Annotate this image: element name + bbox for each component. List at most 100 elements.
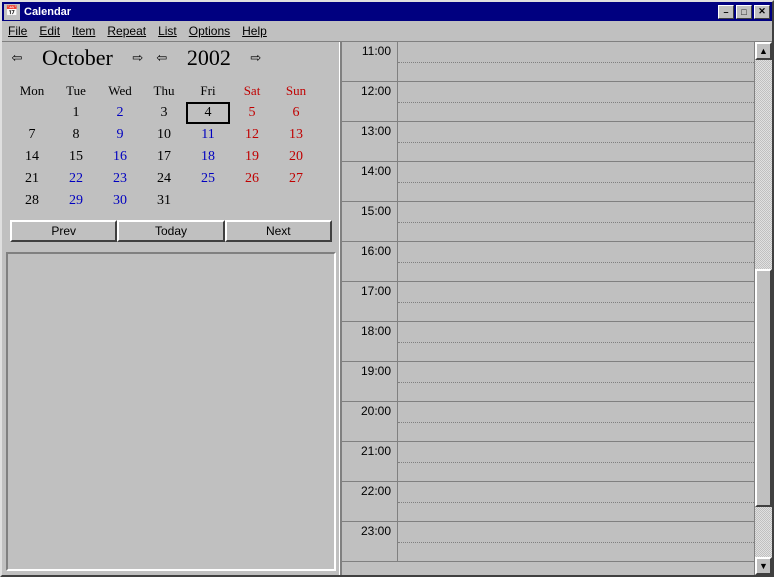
prev-month-button[interactable]: ⇦: [8, 49, 26, 67]
slot-body[interactable]: [398, 442, 754, 481]
day-31[interactable]: 31: [142, 190, 186, 212]
day-empty: [230, 190, 274, 212]
slot-body[interactable]: [398, 402, 754, 441]
slot-body[interactable]: [398, 322, 754, 361]
prev-button[interactable]: Prev: [10, 220, 117, 242]
next-button[interactable]: Next: [225, 220, 332, 242]
slot-body[interactable]: [398, 282, 754, 321]
day-8[interactable]: 8: [54, 124, 98, 146]
menu-item[interactable]: Item: [72, 24, 95, 38]
dow-mon: Mon: [10, 80, 54, 102]
day-28[interactable]: 28: [10, 190, 54, 212]
day-5[interactable]: 5: [230, 102, 274, 124]
day-2[interactable]: 2: [98, 102, 142, 124]
day-25[interactable]: 25: [186, 168, 230, 190]
calendar-week: 123456: [10, 102, 332, 124]
scroll-thumb[interactable]: [755, 269, 772, 508]
time-slot-1500[interactable]: 15:00: [342, 202, 754, 242]
slot-body[interactable]: [398, 122, 754, 161]
day-22[interactable]: 22: [54, 168, 98, 190]
slot-body[interactable]: [398, 82, 754, 121]
dow-sun: Sun: [274, 80, 318, 102]
time-slot-1200[interactable]: 12:00: [342, 82, 754, 122]
time-label: 18:00: [342, 322, 398, 361]
day-1[interactable]: 1: [54, 102, 98, 124]
day-4[interactable]: 4: [186, 102, 230, 124]
menu-file[interactable]: File: [8, 24, 27, 38]
slot-body[interactable]: [398, 42, 754, 81]
time-slot-1800[interactable]: 18:00: [342, 322, 754, 362]
day-20[interactable]: 20: [274, 146, 318, 168]
day-23[interactable]: 23: [98, 168, 142, 190]
time-slot-1300[interactable]: 13:00: [342, 122, 754, 162]
time-slot-2000[interactable]: 20:00: [342, 402, 754, 442]
schedule-view[interactable]: 11:0012:0013:0014:0015:0016:0017:0018:00…: [342, 42, 754, 575]
titlebar[interactable]: 📅 Calendar – □ ✕: [2, 2, 772, 21]
menu-repeat[interactable]: Repeat: [107, 24, 146, 38]
day-empty: [274, 190, 318, 212]
day-27[interactable]: 27: [274, 168, 318, 190]
time-slot-1700[interactable]: 17:00: [342, 282, 754, 322]
slot-body[interactable]: [398, 242, 754, 281]
maximize-button[interactable]: □: [736, 5, 752, 19]
window-title: Calendar: [24, 6, 718, 18]
day-6[interactable]: 6: [274, 102, 318, 124]
calendar-grid: MonTueWedThuFriSatSun 123456789101112131…: [2, 74, 340, 214]
scroll-track[interactable]: [755, 60, 772, 557]
close-button[interactable]: ✕: [754, 5, 770, 19]
day-11[interactable]: 11: [186, 124, 230, 146]
day-12[interactable]: 12: [230, 124, 274, 146]
menu-help[interactable]: Help: [242, 24, 766, 38]
day-10[interactable]: 10: [142, 124, 186, 146]
today-button[interactable]: Today: [117, 220, 224, 242]
day-21[interactable]: 21: [10, 168, 54, 190]
day-14[interactable]: 14: [10, 146, 54, 168]
time-slot-1400[interactable]: 14:00: [342, 162, 754, 202]
slot-body[interactable]: [398, 202, 754, 241]
next-month-button[interactable]: ⇨: [129, 49, 147, 67]
time-slot-2300[interactable]: 23:00: [342, 522, 754, 562]
day-26[interactable]: 26: [230, 168, 274, 190]
vertical-scrollbar[interactable]: ▲ ▼: [754, 42, 772, 575]
time-label: 13:00: [342, 122, 398, 161]
slot-body[interactable]: [398, 482, 754, 521]
menu-edit[interactable]: Edit: [39, 24, 60, 38]
notes-area[interactable]: [6, 252, 336, 571]
day-9[interactable]: 9: [98, 124, 142, 146]
time-label: 16:00: [342, 242, 398, 281]
day-15[interactable]: 15: [54, 146, 98, 168]
time-slot-2200[interactable]: 22:00: [342, 482, 754, 522]
day-29[interactable]: 29: [54, 190, 98, 212]
menu-list[interactable]: List: [158, 24, 177, 38]
day-16[interactable]: 16: [98, 146, 142, 168]
day-3[interactable]: 3: [142, 102, 186, 124]
time-label: 11:00: [342, 42, 398, 81]
day-19[interactable]: 19: [230, 146, 274, 168]
calendar-week: 28293031: [10, 190, 332, 212]
dow-wed: Wed: [98, 80, 142, 102]
time-slot-1900[interactable]: 19:00: [342, 362, 754, 402]
next-year-button[interactable]: ⇨: [247, 49, 265, 67]
time-slot-1100[interactable]: 11:00: [342, 42, 754, 82]
day-7[interactable]: 7: [10, 124, 54, 146]
app-icon[interactable]: 📅: [4, 4, 20, 20]
day-13[interactable]: 13: [274, 124, 318, 146]
time-slot-2100[interactable]: 21:00: [342, 442, 754, 482]
time-label: 14:00: [342, 162, 398, 201]
slot-body[interactable]: [398, 522, 754, 561]
time-label: 15:00: [342, 202, 398, 241]
slot-body[interactable]: [398, 162, 754, 201]
day-17[interactable]: 17: [142, 146, 186, 168]
month-label: October: [32, 45, 123, 71]
scroll-up-button[interactable]: ▲: [755, 42, 772, 60]
scroll-down-button[interactable]: ▼: [755, 557, 772, 575]
time-slot-1600[interactable]: 16:00: [342, 242, 754, 282]
prev-year-button[interactable]: ⇦: [153, 49, 171, 67]
minimize-button[interactable]: –: [718, 5, 734, 19]
day-30[interactable]: 30: [98, 190, 142, 212]
menu-options[interactable]: Options: [189, 24, 230, 38]
year-label: 2002: [177, 45, 241, 71]
day-24[interactable]: 24: [142, 168, 186, 190]
slot-body[interactable]: [398, 362, 754, 401]
day-18[interactable]: 18: [186, 146, 230, 168]
